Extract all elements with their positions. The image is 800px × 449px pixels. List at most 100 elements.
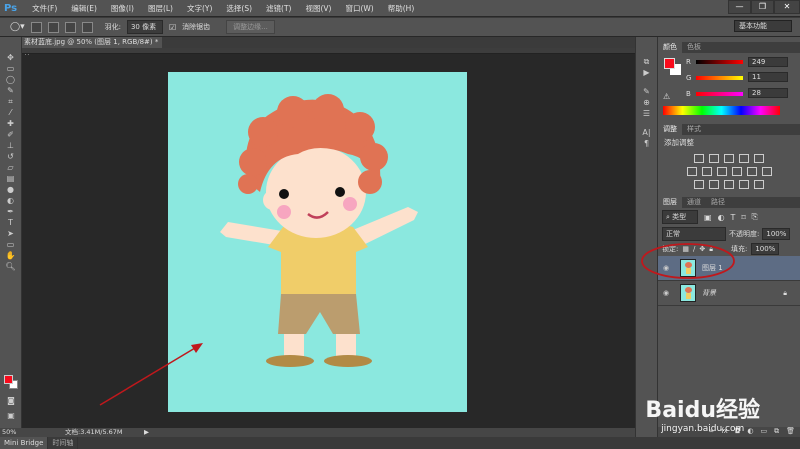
filter-type-icon[interactable]: T	[731, 213, 736, 222]
menu-help[interactable]: 帮助(H)	[381, 3, 422, 14]
menu-filter[interactable]: 滤镜(T)	[259, 3, 298, 14]
document-tab[interactable]: 素材蓝底.jpg @ 50% (图层 1, RGB/8#) * ×	[22, 37, 162, 57]
tab-paths[interactable]: 路径	[706, 197, 730, 208]
g-value[interactable]: 11	[748, 72, 788, 82]
add-selection-button[interactable]	[47, 21, 59, 33]
filter-smart-icon[interactable]: ⎘	[752, 212, 758, 222]
photo-filter-icon[interactable]	[731, 167, 742, 176]
vibrance-icon[interactable]	[754, 154, 764, 163]
brightness-icon[interactable]	[694, 154, 704, 163]
zoom-tool-icon[interactable]: 🔍︎	[4, 262, 18, 271]
selective-color-icon[interactable]	[739, 180, 749, 189]
lasso-tool-icon[interactable]: ◯	[4, 75, 18, 84]
brush-tool-icon[interactable]: ✐	[4, 130, 18, 139]
new-selection-button[interactable]	[30, 21, 42, 33]
menu-image[interactable]: 图像(I)	[104, 3, 141, 14]
g-slider[interactable]	[696, 76, 743, 80]
move-tool-icon[interactable]: ✥	[4, 53, 18, 62]
gradient-tool-icon[interactable]: ▤	[4, 174, 18, 183]
quick-mask-icon[interactable]: ◙	[4, 396, 18, 405]
opacity-input[interactable]: 100%	[762, 228, 791, 240]
foreground-color-swatch[interactable]	[4, 375, 13, 384]
properties-icon[interactable]: ☰	[640, 109, 654, 118]
tab-timeline[interactable]: 时间轴	[48, 437, 79, 449]
fill-input[interactable]: 100%	[751, 243, 780, 255]
screen-mode-icon[interactable]: ▣	[4, 411, 18, 420]
hand-tool-icon[interactable]: ✋	[4, 251, 18, 260]
path-select-tool-icon[interactable]: ➤	[4, 229, 18, 238]
menu-view[interactable]: 视图(V)	[298, 3, 338, 14]
minimize-button[interactable]: —	[728, 0, 751, 14]
brush-panel-icon[interactable]: ✎	[640, 87, 654, 96]
filter-adjust-icon[interactable]: ◐	[718, 213, 725, 222]
tab-layers[interactable]: 图层	[658, 197, 682, 208]
filter-pixel-icon[interactable]: ▣	[704, 213, 712, 222]
restore-button[interactable]: ❐	[751, 0, 774, 14]
tab-styles[interactable]: 样式	[682, 124, 706, 135]
levels-icon[interactable]	[709, 154, 719, 163]
intersect-selection-button[interactable]	[81, 21, 93, 33]
color-lookup-icon[interactable]	[761, 167, 772, 176]
type-tool-icon[interactable]: T	[4, 218, 18, 227]
antialias-checkbox[interactable]: ☑	[169, 23, 176, 32]
tab-swatches[interactable]: 色板	[682, 42, 706, 53]
menu-type[interactable]: 文字(Y)	[180, 3, 219, 14]
crop-tool-icon[interactable]: ⌗	[4, 97, 18, 106]
marquee-tool-icon[interactable]: ▭	[4, 64, 18, 73]
menu-file[interactable]: 文件(F)	[25, 3, 64, 14]
layer-item[interactable]: ◉ 背景 🔒︎	[658, 281, 800, 306]
blur-tool-icon[interactable]: ●	[4, 185, 18, 194]
color-spectrum[interactable]	[663, 106, 780, 115]
color-balance-icon[interactable]	[701, 167, 712, 176]
menu-window[interactable]: 窗口(W)	[338, 3, 380, 14]
tab-color[interactable]: 颜色	[658, 42, 682, 53]
group-icon[interactable]: ▭	[760, 427, 767, 437]
eyedropper-tool-icon[interactable]: ⁄	[4, 108, 18, 117]
character-panel-icon[interactable]: A|	[640, 128, 654, 137]
eraser-tool-icon[interactable]: ▱	[4, 163, 18, 172]
healing-tool-icon[interactable]: ✚	[4, 119, 18, 128]
clone-source-icon[interactable]: ⊕	[640, 98, 654, 107]
visibility-eye-icon[interactable]: ◉	[658, 289, 674, 297]
actions-panel-icon[interactable]: ▶	[640, 68, 654, 77]
curves-icon[interactable]	[724, 154, 734, 163]
workspace-select[interactable]: 基本功能	[734, 20, 792, 32]
tab-mini-bridge[interactable]: Mini Bridge	[0, 437, 49, 449]
quick-select-tool-icon[interactable]: ✎	[4, 86, 18, 95]
zoom-level[interactable]: 50%	[2, 428, 16, 437]
history-panel-icon[interactable]: ⧉	[640, 57, 654, 66]
status-menu-arrow[interactable]: ▶	[144, 428, 149, 437]
r-value[interactable]: 249	[748, 57, 788, 67]
r-slider[interactable]	[696, 60, 743, 64]
subtract-selection-button[interactable]	[64, 21, 76, 33]
paragraph-panel-icon[interactable]: ¶	[640, 139, 654, 148]
lasso-tool-preset-icon[interactable]: ◯▾	[10, 22, 25, 32]
close-window-button[interactable]: ✕	[774, 0, 800, 14]
refine-edge-button[interactable]: 调整边缘...	[226, 20, 275, 34]
blend-mode-select[interactable]: 正常	[662, 227, 726, 241]
delete-layer-icon[interactable]: 🗑︎	[786, 427, 795, 437]
new-layer-icon[interactable]: ⧉	[774, 427, 779, 437]
dodge-tool-icon[interactable]: ◐	[4, 196, 18, 205]
tab-channels[interactable]: 通道	[682, 197, 706, 208]
menu-select[interactable]: 选择(S)	[219, 3, 259, 14]
document-canvas[interactable]	[168, 72, 467, 412]
fg-color-swatch[interactable]	[664, 58, 675, 69]
b-slider[interactable]	[696, 92, 743, 96]
b-value[interactable]: 28	[748, 88, 788, 98]
feather-input[interactable]: 30 像素	[126, 20, 163, 34]
layer-name[interactable]: 背景	[702, 288, 783, 298]
gradient-map-icon[interactable]	[754, 180, 764, 189]
tab-adjustments[interactable]: 调整	[658, 124, 682, 135]
invert-icon[interactable]	[694, 180, 704, 189]
shape-tool-icon[interactable]: ▭	[4, 240, 18, 249]
stamp-tool-icon[interactable]: ⊥	[4, 141, 18, 150]
menu-layer[interactable]: 图层(L)	[141, 3, 180, 14]
layer-filter-select[interactable]: ⌕ 类型	[662, 210, 698, 224]
pen-tool-icon[interactable]: ✒	[4, 207, 18, 216]
filter-shape-icon[interactable]: ⌑	[741, 213, 745, 222]
channel-mixer-icon[interactable]	[746, 167, 757, 176]
posterize-icon[interactable]	[709, 180, 719, 189]
black-white-icon[interactable]	[716, 167, 727, 176]
hue-sat-icon[interactable]	[686, 167, 697, 176]
